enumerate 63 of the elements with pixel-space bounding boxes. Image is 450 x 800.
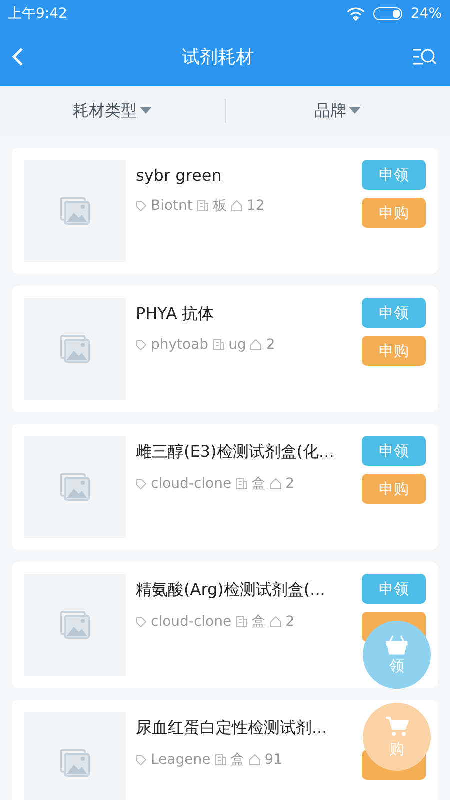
brand-text: cloud-clone [151,476,232,492]
filter-dropdown[interactable]: 品牌 [226,100,450,122]
unit-icon [236,616,248,628]
unit-text: 盒 [252,475,266,493]
tag-icon [136,340,147,350]
battery-icon [372,7,403,21]
product-name: PHYA 抗体 [136,304,216,325]
brand-text: cloud-clone [151,614,232,630]
tag-icon [136,754,147,766]
unit-icon [236,478,248,490]
product-card[interactable]: sybr green Biotnt 板 12 申领 申购 [12,148,438,274]
image-icon [60,197,90,225]
image-icon [60,749,90,777]
house-icon [270,616,282,628]
request-button[interactable]: 申领 [362,160,426,190]
stock-count: 2 [286,476,295,492]
image-icon [60,335,90,363]
unit-text: 盒 [230,751,245,769]
tag-icon [136,616,147,628]
house-icon [248,754,261,766]
house-icon [250,339,262,351]
product-name: sybr green [136,166,223,185]
house-icon [270,478,282,490]
request-button[interactable]: 申领 [362,574,426,604]
back-icon[interactable] [12,47,24,67]
product-name: 尿血红蛋白定性检测试剂... [136,718,328,739]
unit-text: 板 [212,197,227,215]
unit-text: 盒 [252,613,266,631]
filter-dropdown[interactable]: 耗材类型 [0,100,224,122]
stock-count: 2 [286,614,295,630]
product-card[interactable]: 雌三醇(E3)检测试剂盒(化... cloud-clone 盒 2 申领 申购 [12,424,438,550]
wifi-icon [346,7,365,21]
image-icon [60,473,90,501]
product-name: 雌三醇(E3)检测试剂盒(化... [136,442,336,463]
request-button[interactable]: 申领 [362,436,426,466]
status-time: 上午9:42 [8,5,68,23]
stock-count: 2 [266,337,276,353]
brand-text: Biotnt [151,198,193,214]
brand-text: Leagene [151,752,211,768]
product-name: 精氨酸(Arg)检测试剂盒(... [136,580,326,601]
unit-icon [212,339,225,351]
unit-icon [196,200,209,212]
stock-count: 91 [264,752,283,768]
request-button[interactable]: 申领 [362,298,426,328]
unit-icon [214,754,227,766]
purchase-button[interactable]: 申购 [362,198,426,228]
basket-icon [386,634,408,654]
tag-icon [136,200,147,212]
house-icon [230,200,243,212]
product-card[interactable]: PHYA 抗体 phytoab ug 2 申领 申购 [12,286,438,412]
dropdown-arrow-icon [349,107,362,115]
image-icon [60,611,90,639]
cart-icon [385,716,409,738]
battery-percent: 24% [410,6,442,22]
purchase-button[interactable]: 申购 [362,474,426,504]
purchase-button[interactable]: 申购 [362,336,426,366]
brand-text: phytoab [151,337,209,353]
stock-count: 12 [246,198,265,214]
tag-icon [136,478,147,490]
filter-search-icon[interactable] [412,47,438,67]
dropdown-arrow-icon [140,107,152,115]
page-title: 试剂耗材 [181,46,255,69]
unit-text: ug [228,337,246,353]
